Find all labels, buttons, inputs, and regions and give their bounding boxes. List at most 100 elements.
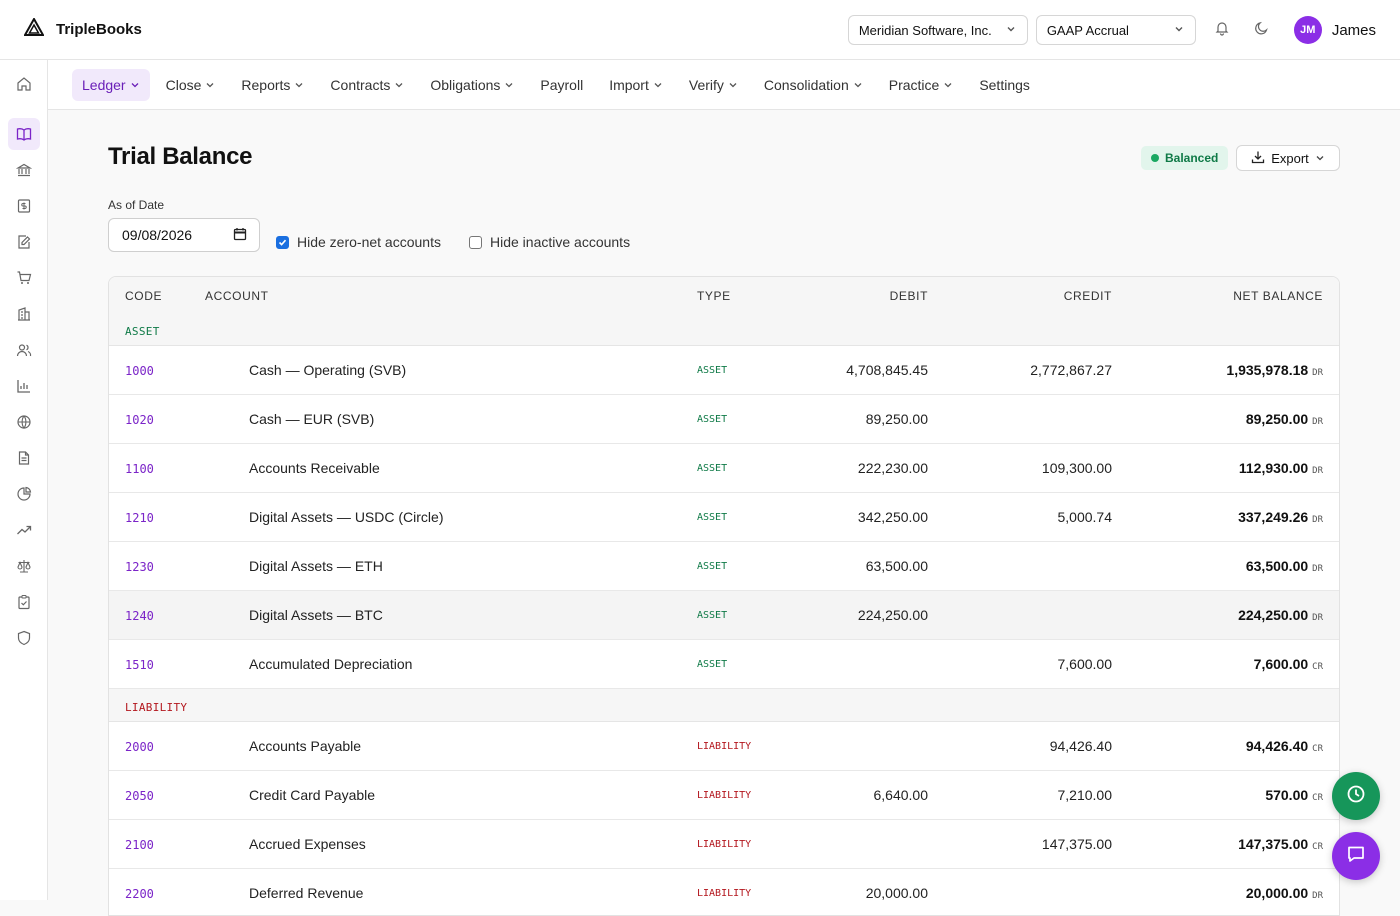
edit-doc-icon[interactable] — [8, 226, 40, 258]
nav-consolidation[interactable]: Consolidation — [754, 69, 873, 101]
nav-reports[interactable]: Reports — [231, 69, 314, 101]
account-code-link[interactable]: 1020 — [125, 413, 154, 427]
bar-chart-icon[interactable] — [8, 370, 40, 402]
net-balance: 147,375.00 CR — [1238, 836, 1323, 852]
account-name: Digital Assets — USDC (Circle) — [249, 509, 444, 525]
column-header-code[interactable]: CODE — [125, 289, 162, 303]
nav-settings[interactable]: Settings — [969, 69, 1040, 101]
hide-inactive-toggle[interactable]: Hide inactive accounts — [469, 234, 630, 250]
calendar-icon[interactable] — [233, 227, 247, 244]
hide-inactive-label: Hide inactive accounts — [490, 234, 631, 250]
history-button[interactable] — [1332, 772, 1380, 820]
company-select[interactable]: Meridian Software, Inc. — [847, 15, 1028, 45]
account-code-link[interactable]: 2200 — [125, 887, 154, 901]
net-balance-value: 89,250.00 — [1245, 411, 1309, 427]
shield-icon[interactable] — [8, 622, 40, 654]
account-name: Deferred Revenue — [249, 885, 364, 901]
net-balance-value: 1,935,978.18 — [1226, 362, 1309, 378]
balance-side: DR — [1312, 564, 1323, 574]
globe-icon[interactable] — [8, 406, 40, 438]
account-code-link[interactable]: 1100 — [125, 462, 154, 476]
table-row[interactable]: 1100 Accounts Receivable ASSET 222,230.00 10… — [109, 444, 1339, 493]
credit-amount: 109,300.00 — [1041, 460, 1112, 476]
nav-import[interactable]: Import — [599, 69, 673, 101]
table-row[interactable]: 1210 Digital Assets — USDC (Circle) ASSET 3… — [109, 493, 1339, 542]
account-code-link[interactable]: 1210 — [125, 511, 154, 525]
chevron-down-icon — [130, 77, 140, 93]
pie-chart-icon[interactable] — [8, 478, 40, 510]
net-balance-value: 147,375.00 — [1238, 836, 1309, 852]
hide-zero-net-label: Hide zero-net accounts — [297, 234, 441, 250]
net-balance: 570.00 CR — [1265, 787, 1323, 803]
hide-zero-net-checkbox[interactable] — [276, 235, 289, 249]
account-code-link[interactable]: 2050 — [125, 789, 154, 803]
users-icon[interactable] — [8, 334, 40, 366]
nav-close[interactable]: Close — [156, 69, 226, 101]
book-icon[interactable] — [8, 118, 40, 150]
nav-practice[interactable]: Practice — [879, 69, 964, 101]
table-row[interactable]: 2000 Accounts Payable LIABILITY 94,426.40 94… — [109, 722, 1339, 771]
column-header-credit[interactable]: CREDIT — [1064, 289, 1112, 303]
user-name[interactable]: James — [1332, 22, 1376, 39]
hide-inactive-checkbox[interactable] — [469, 235, 482, 249]
table-row[interactable]: 2200 Deferred Revenue LIABILITY 20,000.00 20… — [109, 869, 1339, 915]
account-name: Digital Assets — BTC — [249, 607, 383, 623]
balance-side: DR — [1312, 515, 1323, 525]
file-text-icon[interactable] — [8, 442, 40, 474]
column-header-account[interactable]: ACCOUNT — [205, 289, 269, 303]
column-header-type[interactable]: TYPE — [697, 289, 731, 303]
column-header-debit[interactable]: DEBIT — [890, 289, 928, 303]
avatar[interactable]: JM — [1293, 16, 1322, 44]
brand-name: TripleBooks — [56, 21, 142, 38]
table-row[interactable]: 1510 Accumulated Depreciation ASSET 7,600.0… — [109, 640, 1339, 689]
trend-icon[interactable] — [8, 514, 40, 546]
clipboard-check-icon[interactable] — [8, 586, 40, 618]
as-of-date-input[interactable]: 09/08/2026 — [108, 218, 260, 252]
nav-payroll[interactable]: Payroll — [530, 69, 593, 101]
top-bar: TripleBooks Meridian Software, Inc. GAAP… — [0, 0, 1400, 60]
hide-zero-net-toggle[interactable]: Hide zero-net accounts — [276, 234, 441, 250]
brand[interactable]: TripleBooks — [23, 16, 142, 41]
net-balance: 20,000.00 DR — [1246, 885, 1323, 901]
nav-verify[interactable]: Verify — [679, 69, 748, 101]
theme-toggle-button[interactable] — [1248, 16, 1276, 44]
building-icon[interactable] — [8, 298, 40, 330]
account-code-link[interactable]: 2100 — [125, 838, 154, 852]
table-row[interactable]: 1020 Cash — EUR (SVB) ASSET 89,250.00 89,250… — [109, 395, 1339, 444]
home-icon[interactable] — [8, 68, 40, 100]
cart-icon[interactable] — [8, 262, 40, 294]
notifications-button[interactable] — [1208, 16, 1236, 44]
table-row[interactable]: 1230 Digital Assets — ETH ASSET 63,500.00 63… — [109, 542, 1339, 591]
account-code-link[interactable]: 1240 — [125, 609, 154, 623]
account-code-link[interactable]: 1510 — [125, 658, 154, 672]
table-row[interactable]: 1000 Cash — Operating (SVB) ASSET 4,708,845… — [109, 346, 1339, 395]
logo-icon — [23, 16, 45, 41]
basis-select[interactable]: GAAP Accrual — [1035, 15, 1196, 45]
nav-obligations[interactable]: Obligations — [420, 69, 524, 101]
chat-button[interactable] — [1332, 832, 1380, 880]
status-badge-label: Balanced — [1165, 151, 1219, 165]
bank-icon[interactable] — [8, 154, 40, 186]
account-code-link[interactable]: 2000 — [125, 740, 154, 754]
balance-side: DR — [1312, 368, 1323, 378]
account-code-link[interactable]: 1230 — [125, 560, 154, 574]
scale-icon[interactable] — [8, 550, 40, 582]
net-balance: 94,426.40 CR — [1246, 738, 1323, 754]
nav-label: Verify — [688, 76, 724, 93]
table-row[interactable]: 1240 Digital Assets — BTC ASSET 224,250.00 2… — [109, 591, 1339, 640]
net-balance-value: 570.00 — [1265, 787, 1309, 803]
net-balance-value: 94,426.40 — [1245, 738, 1309, 754]
date-value: 09/08/2026 — [122, 227, 193, 243]
group-label: ASSET — [125, 325, 160, 338]
dollar-doc-icon[interactable] — [8, 190, 40, 222]
nav-contracts[interactable]: Contracts — [320, 69, 414, 101]
table-row[interactable]: 2100 Accrued Expenses LIABILITY 147,375.00 1… — [109, 820, 1339, 869]
nav-label: Reports — [241, 76, 291, 93]
table-row[interactable]: 2050 Credit Card Payable LIABILITY 6,640.00… — [109, 771, 1339, 820]
debit-amount: 89,250.00 — [865, 411, 928, 427]
export-button[interactable]: Export — [1236, 145, 1340, 171]
credit-amount: 7,210.00 — [1057, 787, 1113, 803]
account-code-link[interactable]: 1000 — [125, 364, 154, 378]
nav-ledger[interactable]: Ledger — [72, 68, 150, 101]
column-header-net-balance[interactable]: NET BALANCE — [1233, 289, 1323, 303]
